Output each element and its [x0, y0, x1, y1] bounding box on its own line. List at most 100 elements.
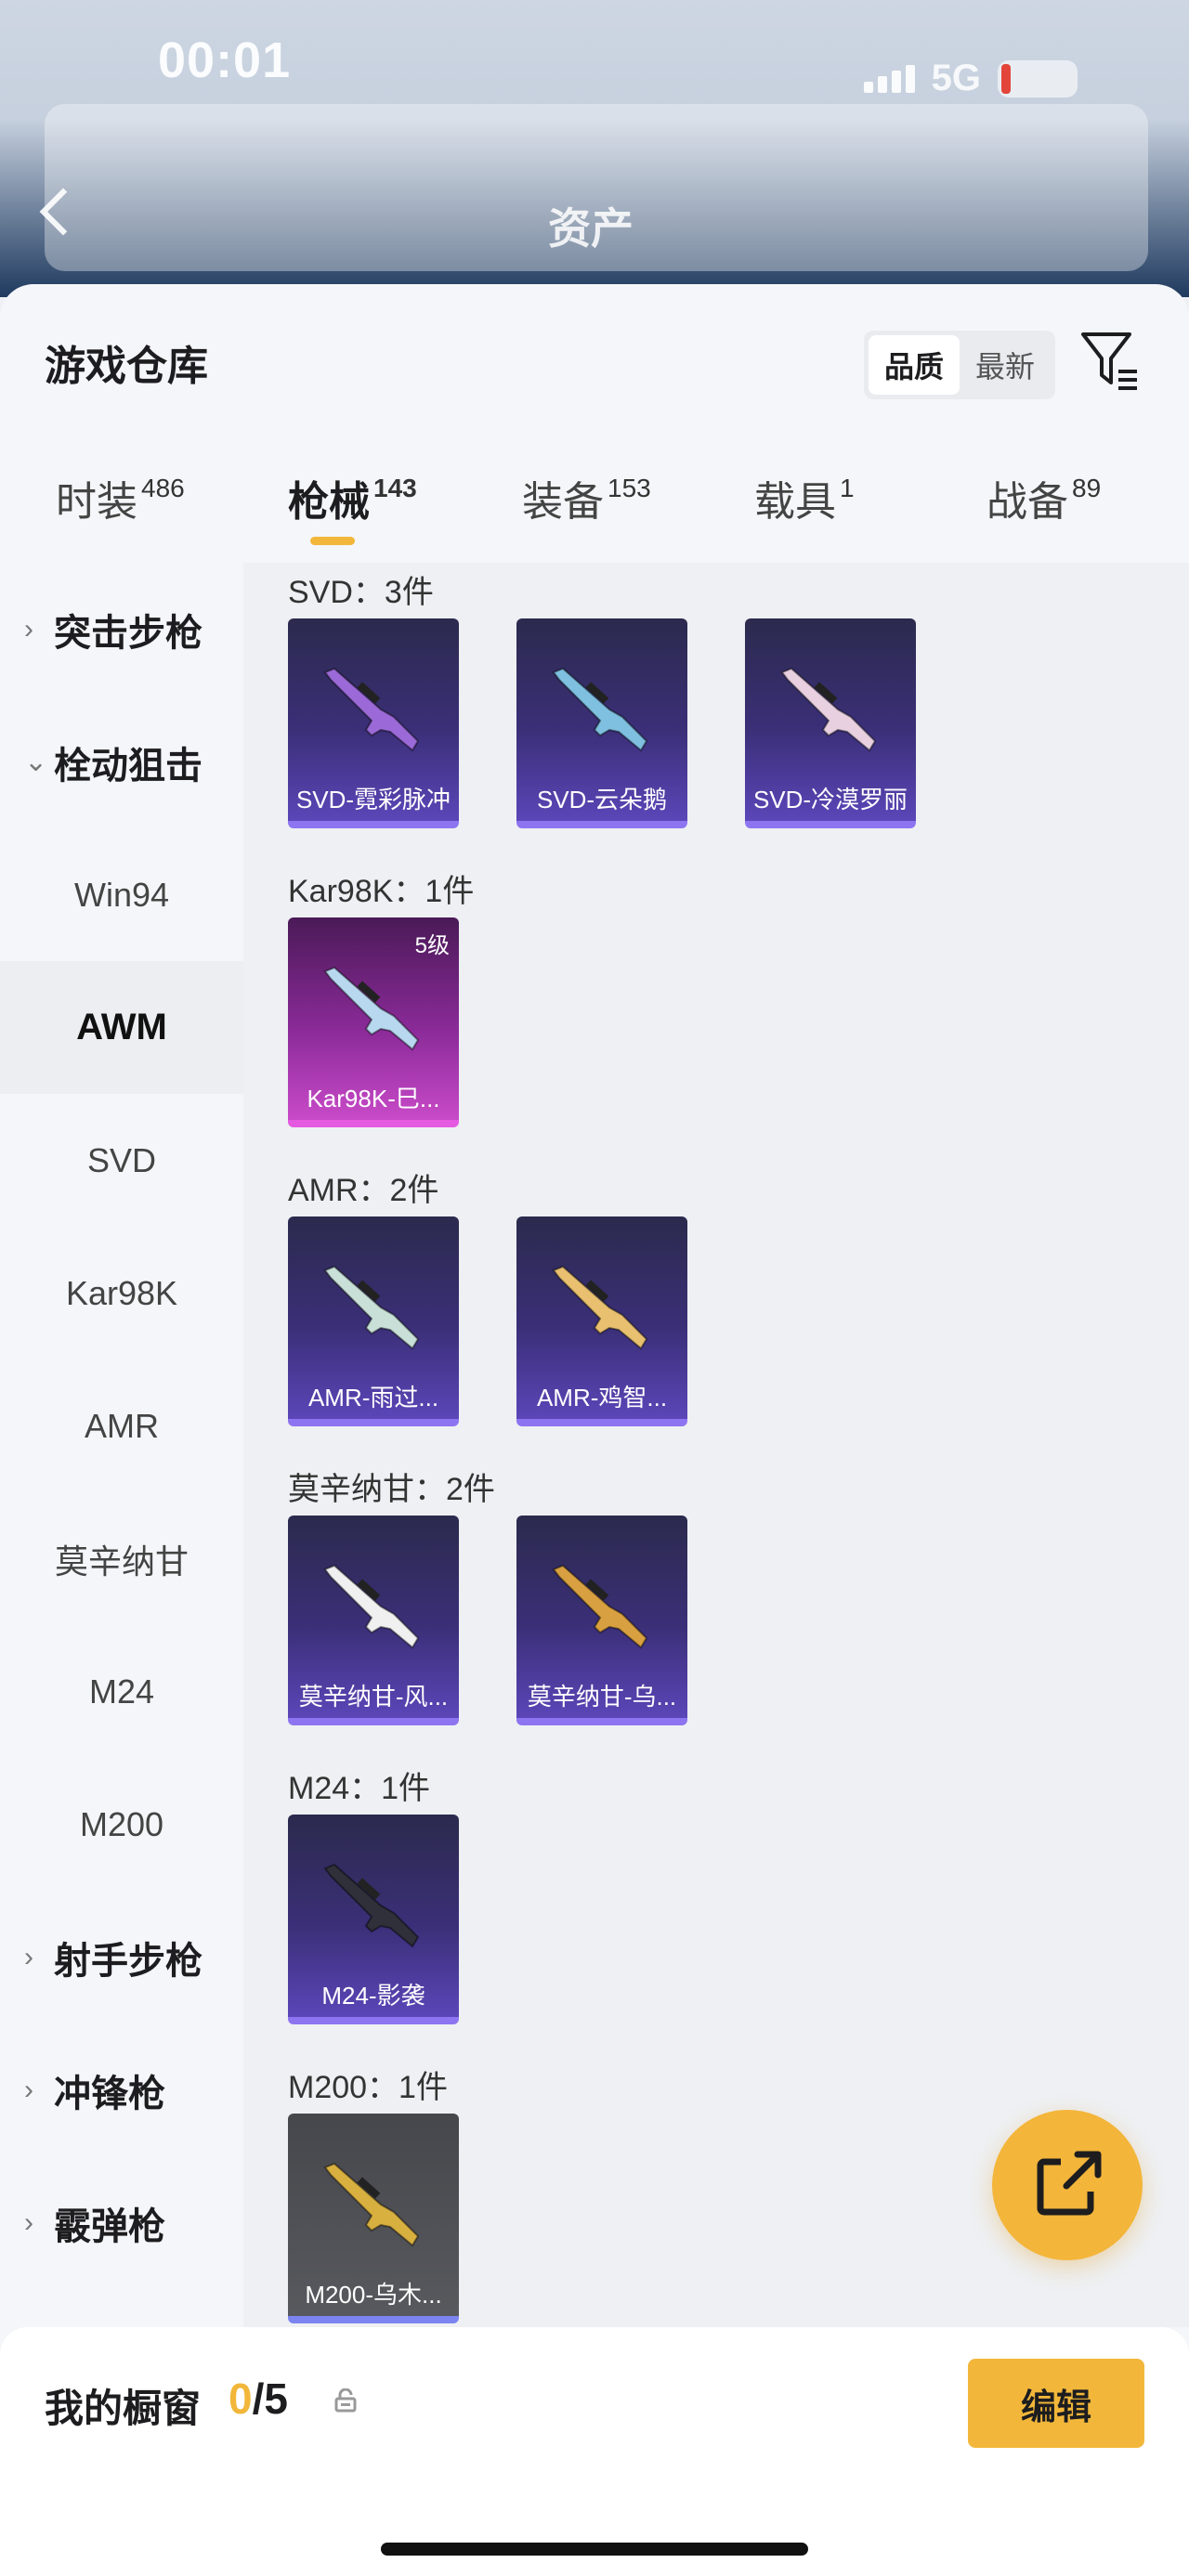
rifle-icon [323, 1265, 420, 1350]
sort-quality-option[interactable]: 品质 [869, 335, 960, 395]
sidebar-item-label: 射手步枪 [54, 1940, 203, 1982]
weapon-card[interactable]: SVD-霓彩脉冲 [288, 618, 459, 828]
group-label: 莫辛纳甘：2件 [288, 1472, 495, 1507]
weapon-card[interactable]: 5级 Kar98K-巳... [288, 917, 459, 1127]
sidebar-item-label: 栓动狙击 [54, 745, 203, 787]
network-type: 5G [931, 58, 981, 98]
rifle-icon [323, 1863, 420, 1948]
sidebar-item[interactable]: AWM [0, 961, 243, 1094]
group-label: SVD：3件 [288, 575, 434, 610]
sidebar-item[interactable]: Kar98K [0, 1227, 243, 1360]
rifle-icon [780, 667, 877, 752]
weapon-name: 莫辛纳甘-风... [298, 1683, 449, 1711]
weapon-name: Kar98K-巳... [307, 1085, 440, 1112]
signal-icon [863, 64, 915, 93]
weapon-card[interactable]: 莫辛纳甘-风... [288, 1516, 459, 1725]
weapon-card[interactable]: M24-影袭 [288, 1815, 459, 2024]
group-label: AMR：2件 [288, 1173, 439, 1208]
chevron-right-icon: › [24, 1941, 33, 1972]
tab-equipment[interactable]: 装备 153 [522, 468, 651, 527]
share-button[interactable] [992, 2110, 1143, 2260]
showcase-count: 0/5 [229, 2374, 288, 2424]
sidebar-item-label: Kar98K [65, 1273, 178, 1312]
tab-count: 1 [840, 474, 855, 502]
weapon-card[interactable]: AMR-鸡智... [516, 1216, 687, 1426]
group-label: M24：1件 [288, 1771, 431, 1806]
chevron-right-icon: › [24, 613, 33, 644]
sidebar-item-label: 莫辛纳甘 [54, 1542, 189, 1581]
tab-guns[interactable]: 枪械 143 [288, 468, 417, 527]
weapon-card[interactable]: SVD-冷漠罗丽 [745, 618, 916, 828]
home-indicator[interactable] [381, 2543, 808, 2556]
tab-vehicles[interactable]: 载具 1 [754, 468, 855, 527]
sidebar-item-label: AMR [85, 1406, 159, 1445]
sidebar-item[interactable]: Win94 [0, 828, 243, 961]
weapon-name: SVD-冷漠罗丽 [752, 786, 908, 813]
tab-label: 战备 [986, 479, 1068, 525]
rifle-icon [323, 2162, 420, 2247]
battery-icon [998, 59, 1078, 98]
sidebar-item[interactable]: M24 [0, 1625, 243, 1758]
weapon-name: SVD-霓彩脉冲 [295, 786, 451, 813]
weapon-card[interactable]: SVD-云朵鹅 [516, 618, 687, 828]
sidebar-item-label: 冲锋枪 [54, 2073, 165, 2114]
sidebar-item-label: Win94 [73, 875, 170, 914]
showcase-current: 0 [229, 2374, 253, 2423]
tab-count: 89 [1072, 474, 1102, 502]
sidebar-item-label: 霰弹枪 [54, 2205, 165, 2247]
lock-icon [334, 2387, 357, 2413]
status-indicators: 5G [863, 58, 1078, 99]
warehouse-title: 游戏仓库 [45, 344, 208, 389]
tab-label: 时装 [56, 479, 137, 525]
sidebar-item[interactable]: M200 [0, 1758, 243, 1891]
rifle-icon [552, 1265, 648, 1350]
weapon-card[interactable]: M200-乌木... [288, 2114, 459, 2323]
showcase-label: 我的橱窗 [45, 2387, 202, 2430]
tab-count: 486 [141, 474, 185, 502]
rifle-icon [323, 667, 420, 752]
rifle-icon [323, 966, 420, 1051]
sidebar-item[interactable]: › 霰弹枪 [0, 2156, 243, 2289]
tab-count: 153 [608, 474, 651, 502]
edit-button[interactable]: 编辑 [968, 2359, 1144, 2448]
level-badge: 5级 [414, 933, 450, 958]
sidebar-item[interactable]: › 冲锋枪 [0, 2023, 243, 2156]
status-time: 00:01 [158, 33, 292, 88]
weapon-name: M24-影袭 [321, 1982, 425, 2010]
header-title: 资产 [548, 204, 634, 253]
chevron-right-icon: › [24, 2206, 33, 2238]
weapon-name: M200-乌木... [305, 2281, 442, 2309]
warehouse-sheet: 游戏仓库 品质 最新 时装 486 枪械 143 装备 153 载具 1 战备 89 › 突… [0, 284, 1189, 2576]
showcase-bar: 我的橱窗 0/5 编辑 [0, 2327, 1189, 2576]
share-icon [1037, 2151, 1102, 2216]
group-label: Kar98K：1件 [288, 874, 475, 909]
sidebar-item-label: M200 [79, 1804, 164, 1843]
group-label: M200：1件 [288, 2070, 448, 2105]
tab-fashion[interactable]: 时装 486 [56, 468, 185, 527]
weapon-card[interactable]: 莫辛纳甘-乌... [516, 1516, 687, 1725]
chevron-down-icon: ⌄ [24, 747, 48, 777]
showcase-total: /5 [252, 2374, 288, 2423]
tab-supplies[interactable]: 战备 89 [986, 468, 1101, 527]
sidebar-item[interactable]: AMR [0, 1360, 243, 1492]
filter-icon[interactable] [1078, 327, 1143, 396]
sidebar-item-label: 突击步枪 [54, 612, 203, 654]
sidebar-item[interactable]: ⌄ 栓动狙击 [0, 696, 243, 828]
sidebar-item[interactable]: SVD [0, 1094, 243, 1227]
sidebar-item[interactable]: › 射手步枪 [0, 1891, 243, 2023]
blurred-header: 00:01 5G 资产 [0, 0, 1189, 297]
weapon-list[interactable]: SVD：3件 SVD-霓彩脉冲 SVD-云朵鹅 SVD-冷漠罗丽 Kar98K：1件 5级… [243, 563, 1189, 2327]
active-tab-indicator [310, 537, 355, 545]
tab-label: 装备 [522, 479, 604, 525]
sort-toggle[interactable]: 品质 最新 [864, 331, 1055, 399]
sidebar-item[interactable]: 莫辛纳甘 [0, 1492, 243, 1625]
rifle-icon [552, 667, 648, 752]
sidebar-item-label: SVD [86, 1140, 157, 1179]
sort-newest-option[interactable]: 最新 [960, 335, 1051, 395]
tab-label: 载具 [754, 479, 836, 525]
chevron-right-icon: › [24, 2074, 33, 2105]
rifle-icon [552, 1564, 648, 1649]
weapon-name: SVD-云朵鹅 [536, 786, 668, 813]
weapon-card[interactable]: AMR-雨过... [288, 1216, 459, 1426]
sidebar-item[interactable]: › 突击步枪 [0, 563, 243, 696]
